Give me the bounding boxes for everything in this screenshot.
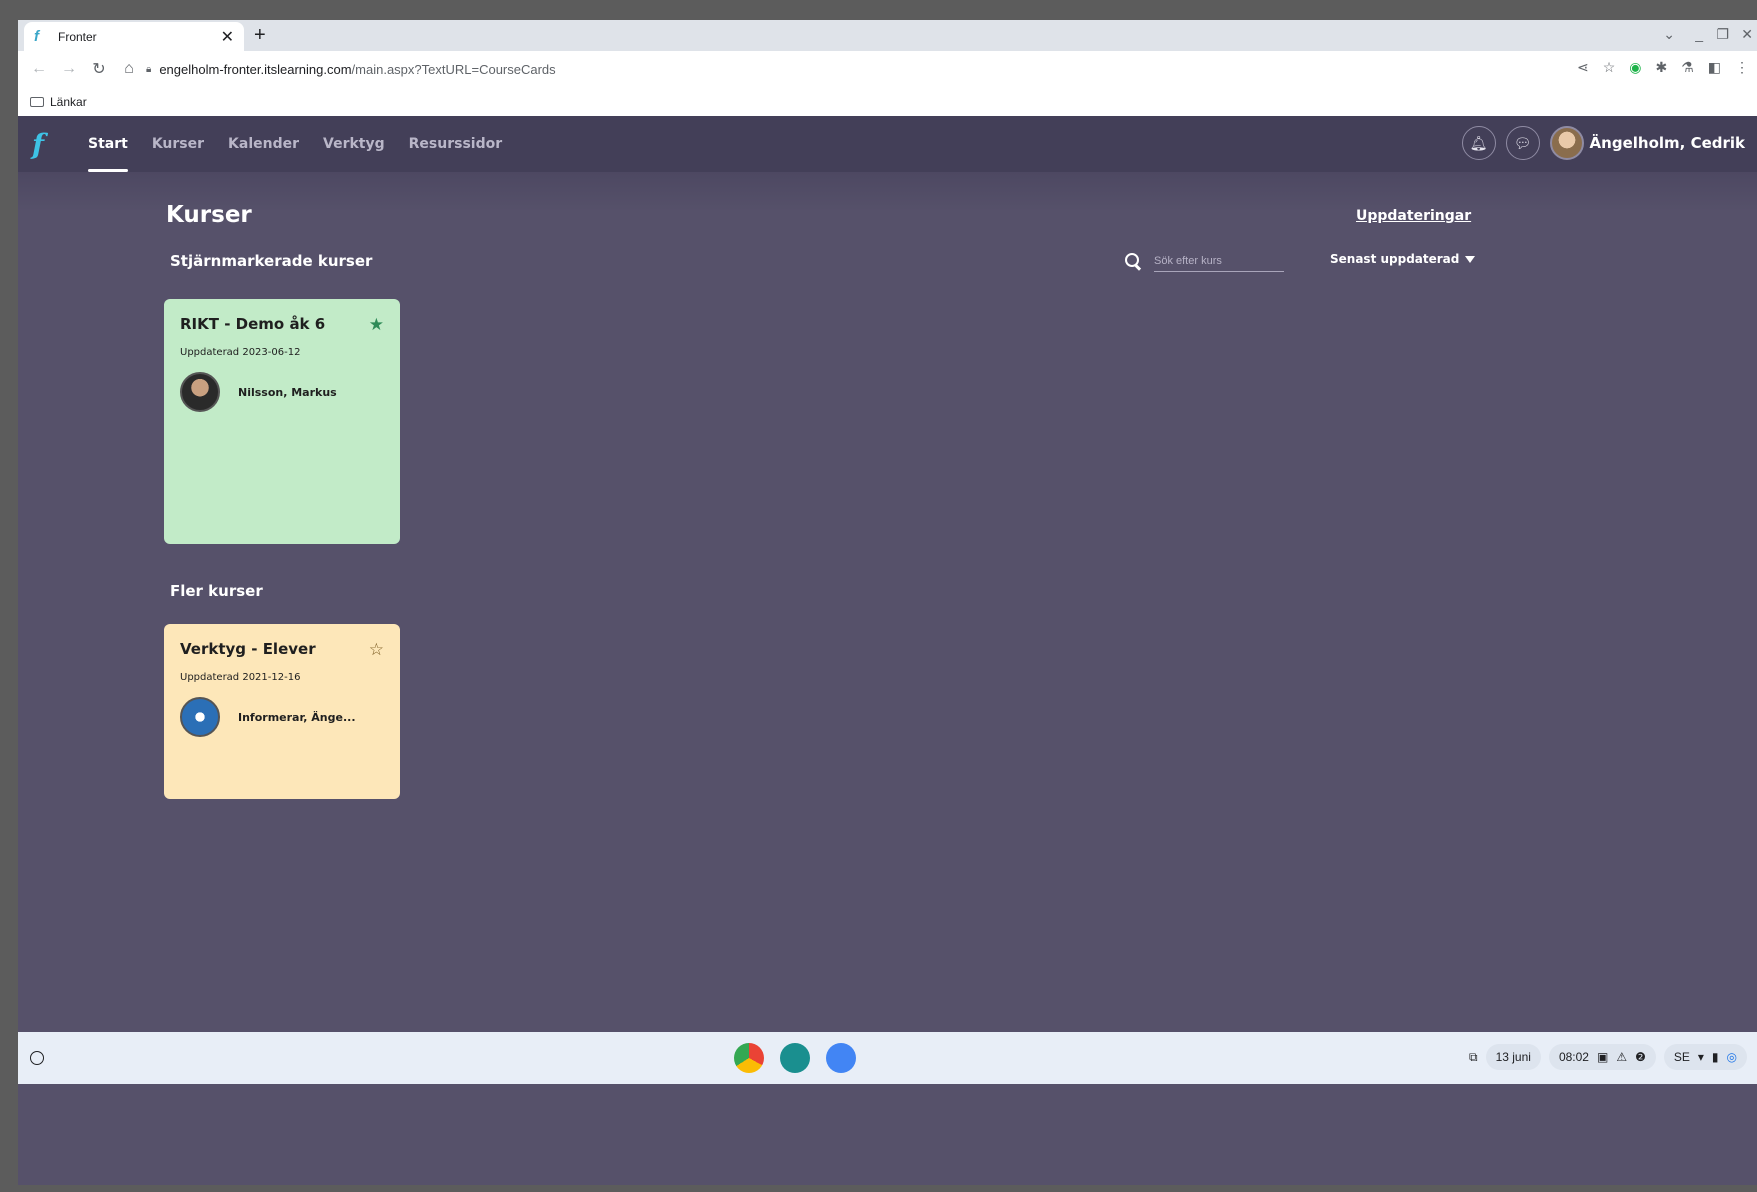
course-updated: Uppdaterad 2023-06-12 bbox=[180, 347, 301, 358]
palette-app-icon[interactable] bbox=[826, 1043, 856, 1073]
shelf-apps bbox=[734, 1043, 856, 1073]
menu-kebab-icon[interactable]: ⋮ bbox=[1735, 59, 1749, 76]
user-name[interactable]: Ängelholm, Cedrik bbox=[1590, 134, 1745, 152]
app-header: f Start Kurser Kalender Verktyg Resurssi… bbox=[18, 116, 1757, 172]
lock-icon: 🔒︎ bbox=[146, 63, 152, 75]
nav-kalender[interactable]: Kalender bbox=[216, 116, 311, 172]
warning-icon: ⚠ bbox=[1616, 1050, 1628, 1064]
itslearning-logo-icon[interactable]: f bbox=[32, 128, 58, 161]
home-icon[interactable]: ⌂ bbox=[120, 60, 138, 78]
os-shelf: ⧉ 13 juni 08:02 ▣ ⚠ ❷ SE ▾ ▮ ◎ bbox=[18, 1032, 1757, 1084]
chrome-icon[interactable] bbox=[734, 1043, 764, 1073]
star-outline-icon[interactable]: ☆ bbox=[369, 640, 384, 660]
settings-pill[interactable]: SE ▾ ▮ ◎ bbox=[1663, 1044, 1747, 1070]
tab-title: Fronter bbox=[58, 29, 97, 44]
side-panel-icon[interactable]: ◧ bbox=[1708, 59, 1721, 76]
date-text: 13 juni bbox=[1495, 1050, 1531, 1064]
course-card[interactable]: RIKT - Demo åk 6 ★ Uppdaterad 2023-06-12… bbox=[164, 299, 400, 544]
course-owner: Informerar, Änge... bbox=[180, 697, 384, 737]
labs-flask-icon[interactable]: ⚗ bbox=[1681, 59, 1694, 76]
course-owner: Nilsson, Markus bbox=[180, 372, 384, 412]
briefcase-icon: ▣ bbox=[1596, 1050, 1609, 1064]
sort-label: Senast uppdaterad bbox=[1330, 252, 1460, 266]
classroom-app-icon[interactable] bbox=[780, 1043, 810, 1073]
tab-close-icon[interactable]: ✕ bbox=[221, 27, 234, 47]
nav-kurser[interactable]: Kurser bbox=[140, 116, 216, 172]
sort-dropdown[interactable]: Senast uppdaterad bbox=[1330, 252, 1476, 266]
nav-verktyg[interactable]: Verktyg bbox=[311, 116, 397, 172]
main-content: Kurser Uppdateringar Stjärnmarkerade kur… bbox=[18, 172, 1757, 1032]
extension-green-icon[interactable]: ◉ bbox=[1629, 59, 1641, 76]
owner-avatar bbox=[180, 372, 220, 412]
header-actions: 🔔︎ 💬︎ Ängelholm, Cedrik bbox=[1461, 126, 1745, 160]
updates-link[interactable]: Uppdateringar bbox=[1356, 208, 1471, 224]
reload-icon[interactable]: ↻ bbox=[90, 59, 108, 79]
battery-icon: ▮ bbox=[1711, 1050, 1719, 1064]
screen-capture-icon[interactable]: ⧉ bbox=[1469, 1050, 1478, 1065]
bookmark-folder-lankar[interactable]: Länkar bbox=[50, 95, 87, 109]
course-card[interactable]: Verktyg - Elever ☆ Uppdaterad 2021-12-16… bbox=[164, 624, 400, 799]
folder-icon bbox=[30, 96, 44, 107]
system-tray: ⧉ 13 juni 08:02 ▣ ⚠ ❷ SE ▾ ▮ ◎ bbox=[1469, 1044, 1747, 1070]
notification-count-icon: ❷ bbox=[1635, 1050, 1646, 1064]
course-title: Verktyg - Elever bbox=[180, 640, 316, 658]
course-title: RIKT - Demo åk 6 bbox=[180, 315, 326, 333]
main-nav: Start Kurser Kalender Verktyg Resurssido… bbox=[76, 116, 514, 172]
notifications-bell-icon[interactable]: 🔔︎ bbox=[1461, 126, 1496, 160]
starred-courses-heading: Stjärnmarkerade kurser bbox=[170, 252, 373, 270]
close-window-icon[interactable]: ✕ bbox=[1741, 26, 1753, 43]
url-path: /main.aspx?TextURL=CourseCards bbox=[351, 61, 556, 77]
share-icon[interactable]: ⋖ bbox=[1577, 59, 1589, 76]
status-pill[interactable]: 08:02 ▣ ⚠ ❷ bbox=[1548, 1044, 1656, 1070]
municipality-crest-icon bbox=[180, 697, 220, 737]
browser-toolbar: ← → ↻ ⌂ 🔒︎ engelholm-fronter.itslearning… bbox=[18, 51, 1757, 87]
page-title: Kurser bbox=[166, 202, 252, 228]
fronter-favicon-icon: f bbox=[34, 27, 39, 45]
owner-name: Nilsson, Markus bbox=[238, 385, 337, 399]
new-tab-icon[interactable]: + bbox=[254, 24, 266, 47]
url-host: engelholm-fronter.itslearning.com bbox=[159, 61, 352, 77]
wifi-icon: ▾ bbox=[1697, 1050, 1704, 1064]
owner-name: Informerar, Änge... bbox=[238, 710, 356, 724]
course-updated: Uppdaterad 2021-12-16 bbox=[180, 672, 301, 683]
extensions-puzzle-icon[interactable]: ✱ bbox=[1655, 59, 1667, 76]
star-filled-icon[interactable]: ★ bbox=[369, 315, 384, 335]
search-input[interactable] bbox=[1154, 250, 1284, 272]
time-text: 08:02 bbox=[1558, 1050, 1589, 1064]
tab-strip: f Fronter ✕ + ⌄ _ ❐ ✕ bbox=[18, 20, 1757, 51]
minimize-icon[interactable]: _ bbox=[1695, 26, 1703, 42]
toolbar-actions: ⋖ ☆ ◉ ✱ ⚗ ◧ ⋮ bbox=[1577, 59, 1749, 76]
forward-icon[interactable]: → bbox=[60, 60, 78, 78]
nav-resurssidor[interactable]: Resurssidor bbox=[397, 116, 515, 172]
date-pill[interactable]: 13 juni bbox=[1485, 1044, 1541, 1070]
back-icon[interactable]: ← bbox=[30, 60, 48, 78]
search-icon[interactable] bbox=[1124, 252, 1142, 270]
bookmark-star-icon[interactable]: ☆ bbox=[1603, 59, 1616, 76]
tab-search-icon[interactable]: ⌄ bbox=[1663, 26, 1675, 43]
bookmarks-bar: Länkar bbox=[18, 87, 1757, 116]
restore-icon[interactable]: ❐ bbox=[1716, 26, 1729, 43]
locale-text: SE bbox=[1673, 1050, 1690, 1064]
user-avatar[interactable] bbox=[1549, 126, 1584, 160]
browser-tab[interactable]: f Fronter ✕ bbox=[24, 22, 244, 51]
nav-start[interactable]: Start bbox=[76, 116, 140, 172]
caret-down-icon bbox=[1465, 255, 1476, 263]
more-courses-heading: Fler kurser bbox=[170, 582, 263, 600]
launcher-icon[interactable] bbox=[30, 1051, 44, 1065]
accessibility-icon: ◎ bbox=[1726, 1050, 1737, 1064]
browser-window: f Fronter ✕ + ⌄ _ ❐ ✕ ← → ↻ ⌂ 🔒︎ engelho… bbox=[18, 20, 1757, 1185]
course-search bbox=[1124, 250, 1284, 272]
address-bar[interactable]: 🔒︎ engelholm-fronter.itslearning.com/mai… bbox=[146, 56, 1556, 82]
messages-chat-icon[interactable]: 💬︎ bbox=[1505, 126, 1540, 160]
